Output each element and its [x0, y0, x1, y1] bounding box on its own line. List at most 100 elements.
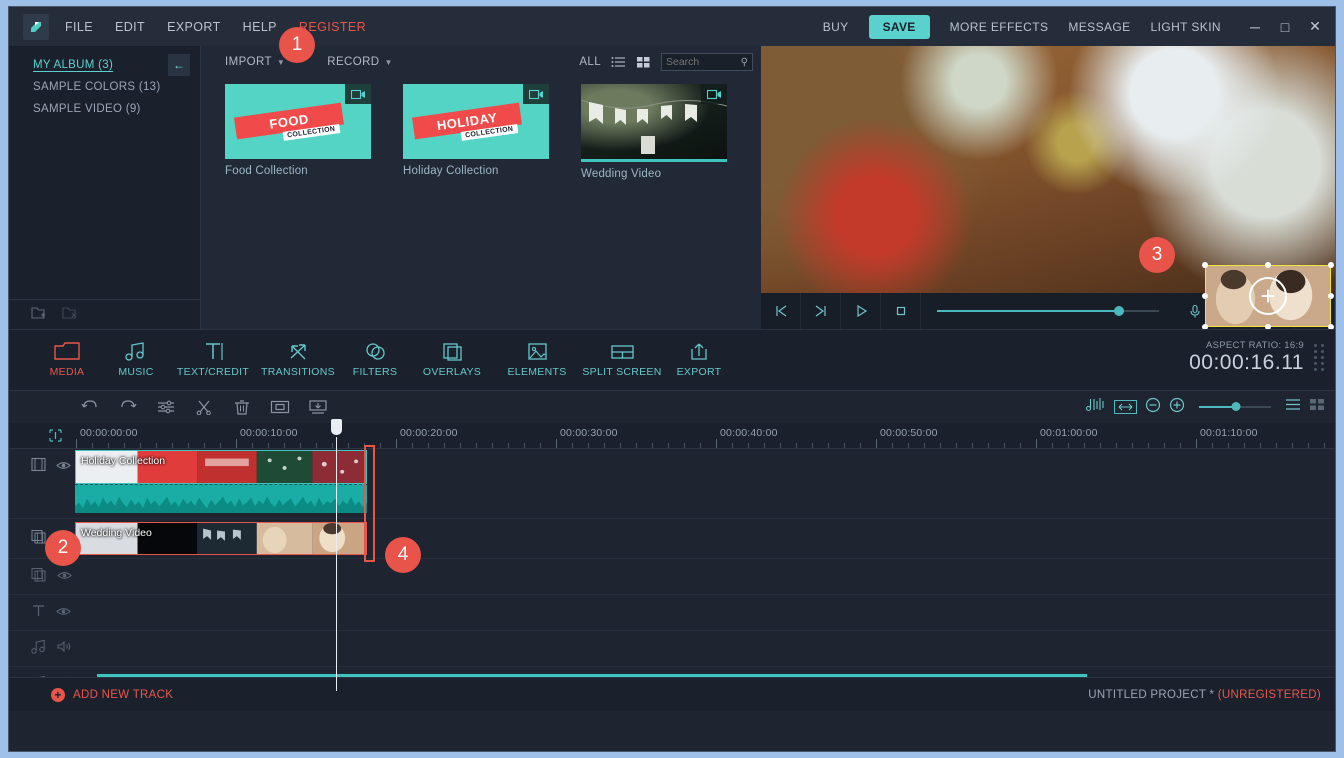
tab-media[interactable]: MEDIA	[33, 342, 101, 378]
fit-to-width-icon[interactable]	[1114, 400, 1137, 414]
media-item-holiday-collection[interactable]: HOLIDAY COLLECTION Holiday Collection	[403, 84, 549, 180]
light-skin-button[interactable]: LIGHT SKIN	[1151, 20, 1221, 34]
resize-handle-mr[interactable]	[1328, 293, 1334, 299]
tab-label: EXPORT	[676, 366, 722, 378]
add-plus-icon[interactable]: +	[1249, 277, 1287, 315]
thumbnail-grid-icon[interactable]	[1309, 398, 1325, 416]
eye-icon[interactable]	[56, 604, 71, 622]
add-folder-icon[interactable]	[31, 305, 48, 325]
playhead-handle[interactable]	[331, 419, 342, 435]
menu-export[interactable]: EXPORT	[167, 20, 221, 34]
timeline-zoom-slider[interactable]	[1199, 402, 1271, 411]
media-thumbnail[interactable]: HOLIDAY COLLECTION	[403, 84, 549, 159]
grid-view-icon[interactable]	[636, 55, 651, 69]
tab-export[interactable]: EXPORT	[665, 342, 733, 378]
music-note-icon[interactable]	[31, 639, 47, 659]
ruler-tick	[156, 443, 157, 448]
snap-marker-icon[interactable]	[49, 429, 62, 445]
buy-button[interactable]: BUY	[823, 20, 849, 34]
timeline-track-video-2[interactable]: Wedding Video	[9, 519, 1335, 559]
drag-handle-dots[interactable]	[1314, 344, 1325, 371]
volume-slider[interactable]	[921, 306, 1175, 316]
media-item-wedding-video[interactable]: Wedding Video	[581, 84, 727, 180]
timeline-clip-holiday-collection[interactable]: Holiday Collection	[75, 450, 367, 484]
eye-icon[interactable]	[57, 568, 72, 586]
tab-transitions[interactable]: TRANSITIONS	[256, 342, 340, 378]
resize-handle-ml[interactable]	[1202, 293, 1208, 299]
filter-all-button[interactable]: ALL	[579, 56, 601, 68]
tab-elements[interactable]: ELEMENTS	[495, 342, 579, 378]
crop-button[interactable]	[261, 391, 299, 423]
list-icon[interactable]	[1285, 398, 1301, 416]
record-button[interactable]: RECORD ▼	[327, 56, 393, 68]
ruler-tick	[1180, 443, 1181, 448]
tab-overlays[interactable]: OVERLAYS	[410, 342, 494, 378]
media-item-food-collection[interactable]: FOOD COLLECTION Food Collection	[225, 84, 371, 180]
undo-button[interactable]	[71, 391, 109, 423]
close-icon[interactable]: ✕	[1307, 18, 1323, 35]
timeline-track-video-1[interactable]: Holiday Collection	[9, 449, 1335, 519]
volume-knob[interactable]	[1114, 306, 1125, 316]
stop-button[interactable]	[881, 293, 921, 329]
maximize-icon[interactable]: □	[1277, 19, 1293, 35]
zoom-knob[interactable]	[1231, 402, 1241, 411]
resize-handle-tc[interactable]	[1265, 262, 1271, 268]
jump-to-start-button[interactable]	[761, 293, 801, 329]
tab-text-credit[interactable]: TEXT/CREDIT	[171, 342, 255, 378]
ruler-tick	[732, 443, 733, 448]
timeline-ruler[interactable]: 00:00:00:00 00:00:10:00 00:00:20:00 00:00:3…	[9, 423, 1335, 449]
menu-help[interactable]: HELP	[243, 20, 277, 34]
tab-split-screen[interactable]: SPLIT SCREEN	[580, 342, 664, 378]
minimize-icon[interactable]: ─	[1247, 19, 1263, 35]
audio-waveform-icon[interactable]	[1085, 397, 1106, 417]
eye-icon[interactable]	[56, 458, 71, 476]
delete-button[interactable]	[223, 391, 261, 423]
cut-button[interactable]	[185, 391, 223, 423]
tab-filters[interactable]: FILTERS	[341, 342, 409, 378]
overlapping-circles-icon	[366, 343, 385, 360]
film-strip-icon[interactable]	[31, 457, 46, 477]
text-t-icon[interactable]	[31, 603, 46, 623]
album-item-sample-video[interactable]: SAMPLE VIDEO (9)	[9, 98, 200, 120]
album-item-sample-colors[interactable]: SAMPLE COLORS (13)	[9, 76, 200, 98]
chevron-down-icon: ▼	[276, 57, 286, 67]
arrow-left-icon[interactable]: ←	[168, 54, 190, 76]
layered-film-icon[interactable]	[31, 567, 47, 587]
search-field[interactable]	[666, 56, 738, 68]
timeline-track-video-3[interactable]	[9, 559, 1335, 595]
play-button[interactable]	[841, 293, 881, 329]
redo-button[interactable]	[109, 391, 147, 423]
list-view-icon[interactable]	[611, 55, 626, 69]
menu-edit[interactable]: EDIT	[115, 20, 145, 34]
zoom-in-icon[interactable]	[1169, 397, 1185, 418]
timeline-clip-wedding-video[interactable]: Wedding Video	[75, 522, 367, 555]
ruler-tick	[316, 443, 317, 448]
resize-handle-tl[interactable]	[1202, 262, 1208, 268]
jump-to-end-button[interactable]	[801, 293, 841, 329]
message-button[interactable]: MESSAGE	[1068, 20, 1130, 34]
media-thumbnail[interactable]	[581, 84, 727, 159]
save-button[interactable]: SAVE	[868, 14, 930, 39]
ruler-tick	[604, 443, 605, 448]
resize-handle-tr[interactable]	[1328, 262, 1334, 268]
timeline-track-text[interactable]	[9, 595, 1335, 631]
timeline-track-music-1[interactable]	[9, 631, 1335, 667]
more-effects-button[interactable]: MORE EFFECTS	[950, 20, 1049, 34]
speaker-icon[interactable]	[57, 640, 73, 658]
zoom-out-icon[interactable]	[1145, 397, 1161, 418]
timeline-clip-audio-holiday[interactable]	[75, 484, 367, 513]
settings-button[interactable]	[147, 391, 185, 423]
import-button[interactable]: IMPORT ▼	[225, 56, 285, 68]
menu-file[interactable]: FILE	[65, 20, 93, 34]
tab-music[interactable]: MUSIC	[102, 342, 170, 378]
delete-folder-icon[interactable]	[62, 305, 79, 325]
search-input[interactable]: ⚲	[661, 53, 753, 71]
ruler-tick	[76, 439, 77, 448]
ruler-tick	[892, 443, 893, 448]
ruler-tick	[220, 443, 221, 448]
project-name-status: UNTITLED PROJECT * (UNREGISTERED)	[1088, 689, 1321, 701]
add-new-track-button[interactable]: + ADD NEW TRACK	[51, 687, 173, 702]
registration-status: (UNREGISTERED)	[1217, 688, 1321, 701]
media-thumbnail[interactable]: FOOD COLLECTION	[225, 84, 371, 159]
timeline-playhead[interactable]	[331, 419, 342, 691]
